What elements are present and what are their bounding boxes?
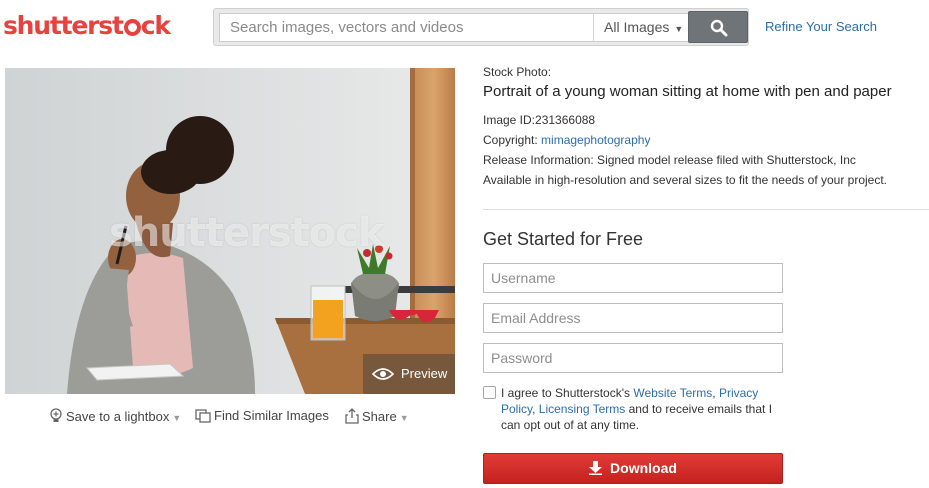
terms-text: I agree to Shutterstock's Website Terms,… <box>483 385 783 433</box>
divider <box>483 209 929 210</box>
chevron-down-icon: ▼ <box>399 413 409 423</box>
terms-checkbox[interactable] <box>483 386 496 399</box>
image-id-value: 231366088 <box>535 113 596 127</box>
preview-label: Preview <box>401 366 448 381</box>
website-terms-link[interactable]: Website Terms <box>633 386 712 400</box>
share-label: Share <box>362 409 397 424</box>
terms-text-start: I agree to Shutterstock's <box>501 386 634 400</box>
image-id-row: Image ID:231366088 <box>483 110 923 130</box>
download-icon <box>589 461 603 475</box>
shutterstock-logo[interactable]: shutterst ck <box>3 10 171 42</box>
logo-o-mark <box>123 19 141 36</box>
search-input[interactable] <box>219 13 629 42</box>
similar-images-icon <box>195 409 211 423</box>
logo-text-start: shutterst <box>3 11 124 40</box>
stock-photo-label: Stock Photo: <box>483 65 552 79</box>
search-bar: All Images ▼ <box>213 8 749 46</box>
password-field[interactable] <box>483 343 783 373</box>
share-icon <box>345 408 359 424</box>
availability-text: Available in high-resolution and several… <box>483 173 888 187</box>
watermark: shutterstock <box>109 210 385 256</box>
signup-title: Get Started for Free <box>483 229 644 249</box>
download-button[interactable]: Download <box>483 453 783 484</box>
terms-agreement: I agree to Shutterstock's Website Terms,… <box>483 385 783 433</box>
lightbox-label: Save to a lightbox <box>66 409 170 424</box>
logo-text-end: ck <box>140 11 171 40</box>
copyright-row: Copyright: mimagephotography <box>483 130 923 150</box>
search-button[interactable] <box>688 11 748 43</box>
chevron-down-icon: ▼ <box>172 413 182 423</box>
find-similar-button[interactable]: Find Similar Images <box>195 408 329 424</box>
image-title: Portrait of a young woman sitting at hom… <box>483 83 892 100</box>
licensing-terms-link[interactable]: Licensing Terms <box>539 402 625 416</box>
image-type-dropdown-label: All Images <box>604 19 670 35</box>
stock-photo[interactable]: shutterstock Preview <box>5 68 455 394</box>
copyright-label: Copyright: <box>483 133 538 147</box>
contributor-link[interactable]: mimagephotography <box>541 133 650 147</box>
preview-button[interactable]: Preview <box>363 354 455 394</box>
terms-separator: , <box>712 386 719 400</box>
find-similar-label: Find Similar Images <box>214 408 329 423</box>
download-label: Download <box>610 460 677 476</box>
refine-search-link[interactable]: Refine Your Search <box>765 19 877 34</box>
image-info: Stock Photo: Portrait of a young woman s… <box>483 64 923 190</box>
share-button[interactable]: Share ▼ <box>345 408 409 426</box>
eye-icon <box>372 368 394 380</box>
terms-separator: , <box>532 402 539 416</box>
chevron-down-icon: ▼ <box>674 24 684 34</box>
username-field[interactable] <box>483 263 783 293</box>
image-id-label: Image ID: <box>483 113 536 127</box>
search-icon <box>710 19 728 37</box>
lightbulb-plus-icon <box>50 408 62 422</box>
release-info: Release Information: Signed model releas… <box>483 153 856 167</box>
image-type-dropdown[interactable]: All Images ▼ <box>593 13 691 42</box>
email-field[interactable] <box>483 303 783 333</box>
save-to-lightbox-button[interactable]: Save to a lightbox ▼ <box>49 408 181 426</box>
